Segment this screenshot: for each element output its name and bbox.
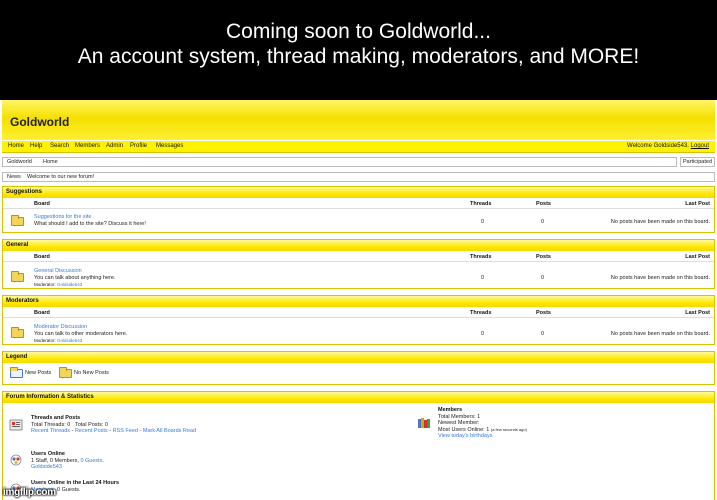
post-count: 0 bbox=[541, 331, 545, 337]
last-post: No posts have been made on this board. bbox=[610, 219, 710, 225]
users-online-icon bbox=[10, 454, 22, 466]
legend-new-posts: New Posts bbox=[25, 370, 52, 376]
column-headers: Board Threads Posts Last Post bbox=[3, 252, 714, 262]
logout-link[interactable]: Logout bbox=[691, 143, 709, 149]
post-count: 0 bbox=[541, 275, 545, 281]
menu-bar: Home Help Search Members Admin Profile M… bbox=[2, 141, 715, 153]
bulletin-board-icon bbox=[9, 419, 23, 431]
online-user-link[interactable]: Goldside543 bbox=[31, 464, 104, 471]
stats-title: Forum Information & Statistics bbox=[3, 392, 714, 403]
menu-admin[interactable]: Admin bbox=[106, 143, 123, 149]
folder-icon bbox=[11, 327, 24, 338]
welcome-text: Welcome Goldside543. Logout bbox=[627, 143, 709, 149]
imgflip-watermark: imgflip.com bbox=[3, 487, 56, 498]
news-label: News bbox=[7, 174, 21, 180]
total-threads: Total Threads: 0 bbox=[31, 421, 71, 428]
thread-count: 0 bbox=[481, 219, 485, 225]
board-description: You can talk about anything here. bbox=[34, 275, 116, 281]
menu-home[interactable]: Home bbox=[8, 143, 24, 149]
category-title: Suggestions bbox=[3, 187, 714, 198]
column-headers: Board Threads Posts Last Post bbox=[3, 308, 714, 318]
recent-posts-link[interactable]: Recent Posts bbox=[75, 428, 108, 434]
last-post: No posts have been made on this board. bbox=[610, 275, 710, 281]
caption-line-2: An account system, thread making, modera… bbox=[77, 45, 640, 68]
category-general: General Board Threads Posts Last Post Ge… bbox=[2, 239, 715, 289]
menu-messages[interactable]: Messages bbox=[156, 143, 183, 149]
breadcrumb-site[interactable]: Goldworld bbox=[7, 159, 32, 165]
board-name[interactable]: Suggestions for the site bbox=[34, 214, 91, 220]
category-moderators: Moderators Board Threads Posts Last Post… bbox=[2, 295, 715, 345]
board-row: General Discussion You can talk about an… bbox=[3, 264, 714, 288]
meme-caption: Coming soon to Goldworld... An account s… bbox=[0, 0, 717, 100]
board-name[interactable]: General Discussion bbox=[34, 268, 82, 274]
last-post: No posts have been made on this board. bbox=[610, 331, 710, 337]
news-text: Welcome to our new forum! bbox=[27, 174, 95, 180]
column-headers: Board Threads Posts Last Post bbox=[3, 199, 714, 209]
threads-and-posts: Threads and Posts Total Threads: 0 Total… bbox=[31, 415, 197, 434]
legend-title: Legend bbox=[3, 352, 714, 363]
board-row: Suggestions for the site What should I a… bbox=[3, 211, 714, 231]
guests-link[interactable]: 0 Guests. bbox=[80, 458, 104, 464]
members-books-icon bbox=[418, 418, 430, 428]
legend-panel: Legend New Posts No New Posts bbox=[2, 351, 715, 385]
news-bar: News Welcome to our new forum! bbox=[2, 172, 715, 182]
members-stats: Members Total Members: 1 Newest Member: … bbox=[438, 407, 527, 440]
moderator-link[interactable]: Goldside543 bbox=[57, 338, 82, 343]
rss-feed-link[interactable]: RSS Feed bbox=[113, 428, 138, 434]
category-suggestions: Suggestions Board Threads Posts Last Pos… bbox=[2, 186, 715, 233]
new-posts-folder-icon bbox=[10, 367, 23, 378]
menu-members[interactable]: Members bbox=[75, 143, 100, 149]
caption-line-1: Coming soon to Goldworld... bbox=[226, 20, 491, 43]
stats-panel: Forum Information & Statistics Threads a… bbox=[2, 391, 715, 500]
no-new-posts-folder-icon bbox=[59, 367, 72, 378]
thread-count: 0 bbox=[481, 275, 485, 281]
total-posts: Total Posts: 0 bbox=[74, 421, 108, 428]
participated-button[interactable]: Participated bbox=[680, 157, 715, 167]
legend-no-new-posts: No New Posts bbox=[74, 370, 109, 376]
mark-all-read-link[interactable]: Mark All Boards Read bbox=[143, 428, 196, 434]
menu-search[interactable]: Search bbox=[50, 143, 69, 149]
breadcrumb: Goldworld Home bbox=[2, 157, 677, 167]
post-count: 0 bbox=[541, 219, 545, 225]
board-moderators: Moderator: Goldside543 bbox=[34, 282, 83, 287]
forum-screenshot: Goldworld Home Help Search Members Admin… bbox=[0, 100, 717, 500]
menu-help[interactable]: Help bbox=[30, 143, 42, 149]
breadcrumb-home[interactable]: Home bbox=[43, 159, 58, 165]
board-description: You can talk to other moderators here. bbox=[34, 331, 128, 337]
board-row: Moderator Discussion You can talk to oth… bbox=[3, 320, 714, 344]
category-title: Moderators bbox=[3, 296, 714, 307]
board-name[interactable]: Moderator Discussion bbox=[34, 324, 87, 330]
menu-profile[interactable]: Profile bbox=[130, 143, 147, 149]
category-title: General bbox=[3, 240, 714, 251]
users-online: Users Online 1 Staff, 0 Members, 0 Guest… bbox=[31, 451, 104, 471]
folder-icon bbox=[11, 271, 24, 282]
most-users-online: Most Users Online: 1 bbox=[438, 426, 490, 433]
birthdays-link[interactable]: View today's birthdays bbox=[438, 433, 527, 440]
recent-threads-link[interactable]: Recent Threads bbox=[31, 428, 70, 434]
moderator-link[interactable]: Goldside543 bbox=[57, 282, 82, 287]
thread-count: 0 bbox=[481, 331, 485, 337]
board-description: What should I add to the site? Discuss i… bbox=[34, 221, 146, 227]
forum-logo[interactable]: Goldworld bbox=[10, 115, 69, 129]
legend-items: New Posts No New Posts bbox=[3, 366, 714, 380]
board-moderators: Moderator: Goldside543 bbox=[34, 338, 83, 343]
forum-banner: Goldworld bbox=[2, 100, 715, 140]
folder-icon bbox=[11, 215, 24, 226]
